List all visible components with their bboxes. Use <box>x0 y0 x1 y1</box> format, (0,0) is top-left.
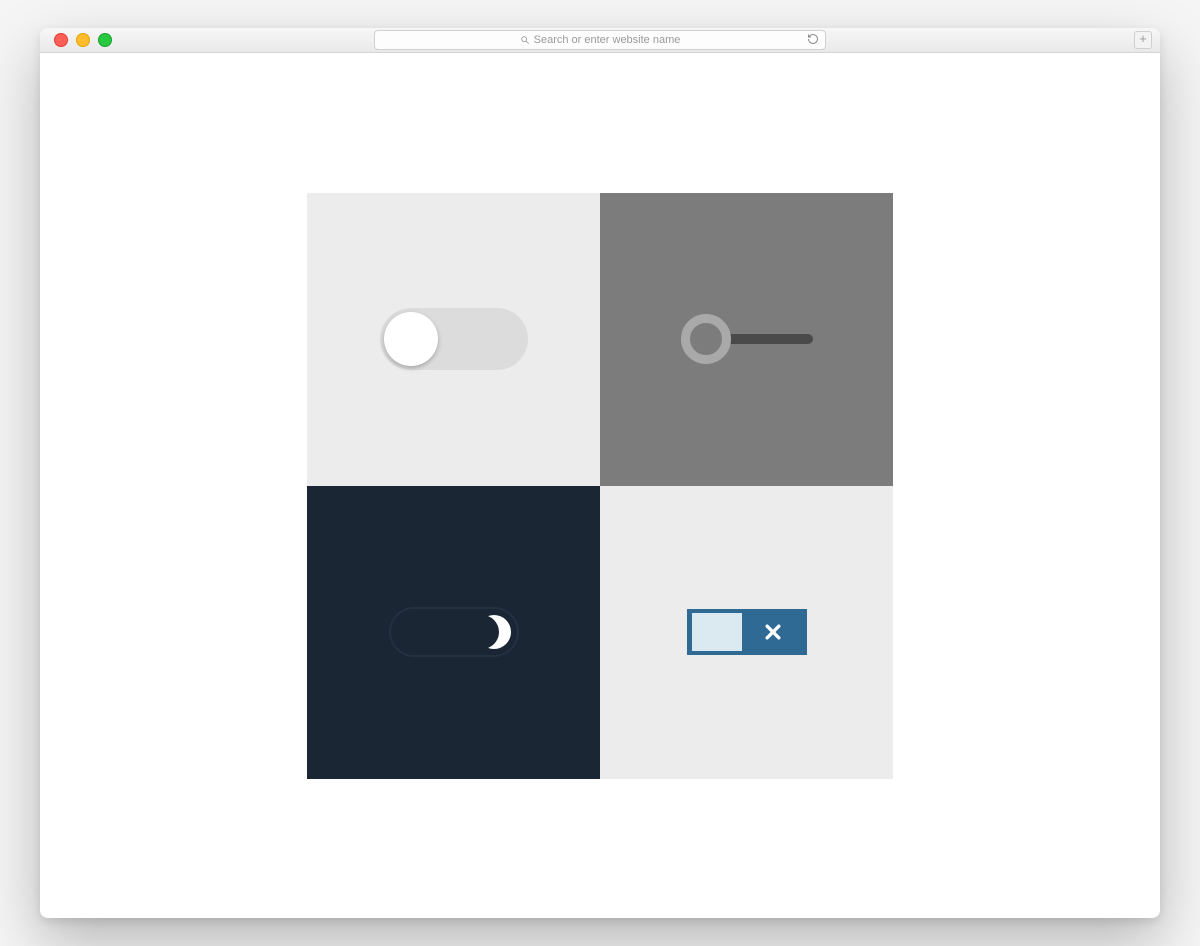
toggle-block-knob <box>691 612 743 652</box>
address-placeholder: Search or enter website name <box>534 34 681 46</box>
toggle-ring-knob <box>681 314 731 364</box>
toggle-dark-mode[interactable] <box>389 607 519 657</box>
moon-icon <box>477 615 511 649</box>
close-window-button[interactable] <box>54 33 68 47</box>
zoom-window-button[interactable] <box>98 33 112 47</box>
window-controls <box>54 33 112 47</box>
reload-icon <box>807 33 819 45</box>
toggle-classic[interactable] <box>380 308 528 370</box>
titlebar: Search or enter website name + <box>40 28 1160 53</box>
minimize-window-button[interactable] <box>76 33 90 47</box>
reload-button[interactable] <box>807 33 819 45</box>
demo-grid <box>307 193 893 779</box>
toggle-block[interactable] <box>687 609 807 655</box>
search-icon <box>520 35 530 45</box>
toggle-ring[interactable] <box>681 311 813 367</box>
cell-classic-toggle <box>307 193 600 486</box>
browser-window: Search or enter website name + <box>40 28 1160 918</box>
new-tab-button[interactable]: + <box>1134 31 1152 49</box>
close-icon <box>763 622 783 642</box>
toggle-block-off-indicator <box>743 622 803 642</box>
cell-dark-toggle <box>307 486 600 779</box>
address-bar[interactable]: Search or enter website name <box>374 30 826 50</box>
toggle-classic-knob <box>384 312 438 366</box>
cell-ring-toggle <box>600 193 893 486</box>
cell-block-toggle <box>600 486 893 779</box>
viewport <box>40 53 1160 918</box>
